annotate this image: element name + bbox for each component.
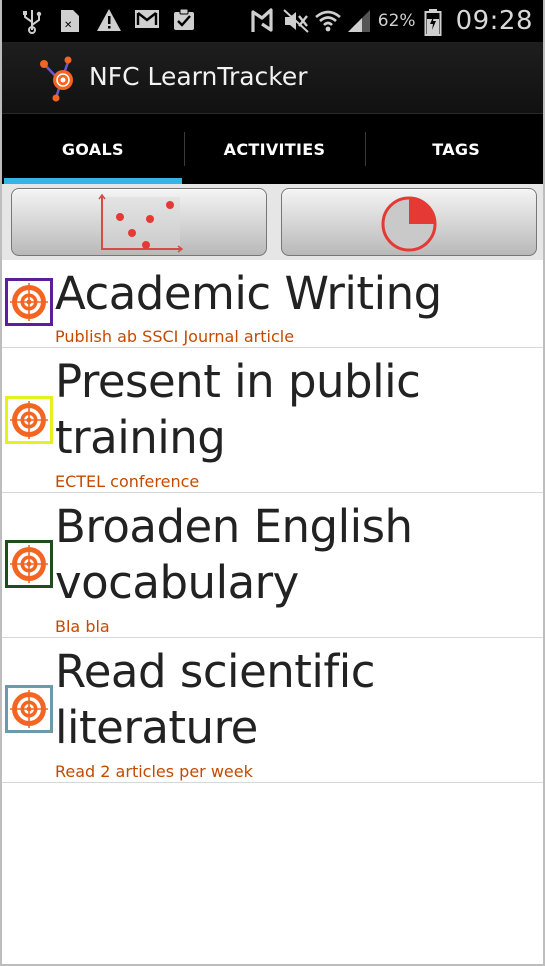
- signal-icon: [346, 8, 370, 34]
- goal-description: ECTEL conference: [55, 472, 200, 491]
- goals-list: Academic Writing Publish ab SSCI Journal…: [2, 260, 543, 783]
- clipboard-check-icon: [172, 8, 196, 32]
- app-title: NFC LearnTracker: [89, 62, 308, 91]
- mute-icon: [282, 8, 309, 34]
- goal-description: Bla bla: [55, 617, 110, 636]
- usb-icon: [20, 8, 44, 34]
- svg-text:✕: ✕: [64, 20, 72, 31]
- battery-icon: [424, 8, 448, 36]
- warning-icon: [96, 8, 121, 32]
- goal-title-line-1: Present in public: [55, 355, 421, 408]
- sim-icon: ✕: [58, 8, 82, 32]
- battery-percent: 62%: [377, 11, 416, 31]
- tab-tags[interactable]: TAGS: [365, 114, 543, 184]
- goal-title-line-2: literature: [55, 701, 258, 754]
- goal-title: Academic Writing: [55, 267, 442, 320]
- goal-title-line-1: Broaden English: [55, 500, 413, 553]
- list-item[interactable]: Broaden English vocabulary Bla bla: [2, 493, 543, 638]
- status-bar: ✕ 62% 09:28: [2, 0, 543, 42]
- pie-timer-icon: [381, 196, 437, 252]
- toolbar: [2, 184, 543, 260]
- timer-button[interactable]: [281, 188, 537, 256]
- target-icon: [5, 685, 53, 733]
- clock: 09:28: [455, 6, 533, 36]
- nfc-learntracker-logo-icon[interactable]: [36, 52, 86, 102]
- goal-title-line-2: vocabulary: [55, 556, 299, 609]
- action-bar: NFC LearnTracker: [2, 42, 543, 114]
- list-item[interactable]: Academic Writing Publish ab SSCI Journal…: [2, 260, 543, 348]
- wifi-icon: [314, 8, 341, 34]
- list-item[interactable]: Present in public training ECTEL confere…: [2, 348, 543, 493]
- goal-title-line-2: training: [55, 411, 226, 464]
- chart-button[interactable]: [11, 188, 267, 256]
- goal-description: Read 2 articles per week: [55, 762, 253, 781]
- target-icon: [5, 396, 53, 444]
- target-icon: [5, 540, 53, 588]
- tab-bar: GOALS ACTIVITIES TAGS: [2, 114, 543, 184]
- tab-goals[interactable]: GOALS: [2, 114, 184, 184]
- goal-title-line-1: Read scientific: [55, 645, 376, 698]
- nfc-icon: [250, 8, 274, 34]
- gmail-icon: [134, 8, 159, 32]
- tab-activities[interactable]: ACTIVITIES: [183, 114, 366, 184]
- list-item[interactable]: Read scientific literature Read 2 articl…: [2, 638, 543, 783]
- scatter-chart-icon: [98, 193, 184, 253]
- goal-description: Publish ab SSCI Journal article: [55, 327, 295, 346]
- screen: ✕ 62% 09:28 NFC LearnTracker GOALS ACTIV…: [0, 0, 545, 966]
- target-icon: [5, 278, 53, 326]
